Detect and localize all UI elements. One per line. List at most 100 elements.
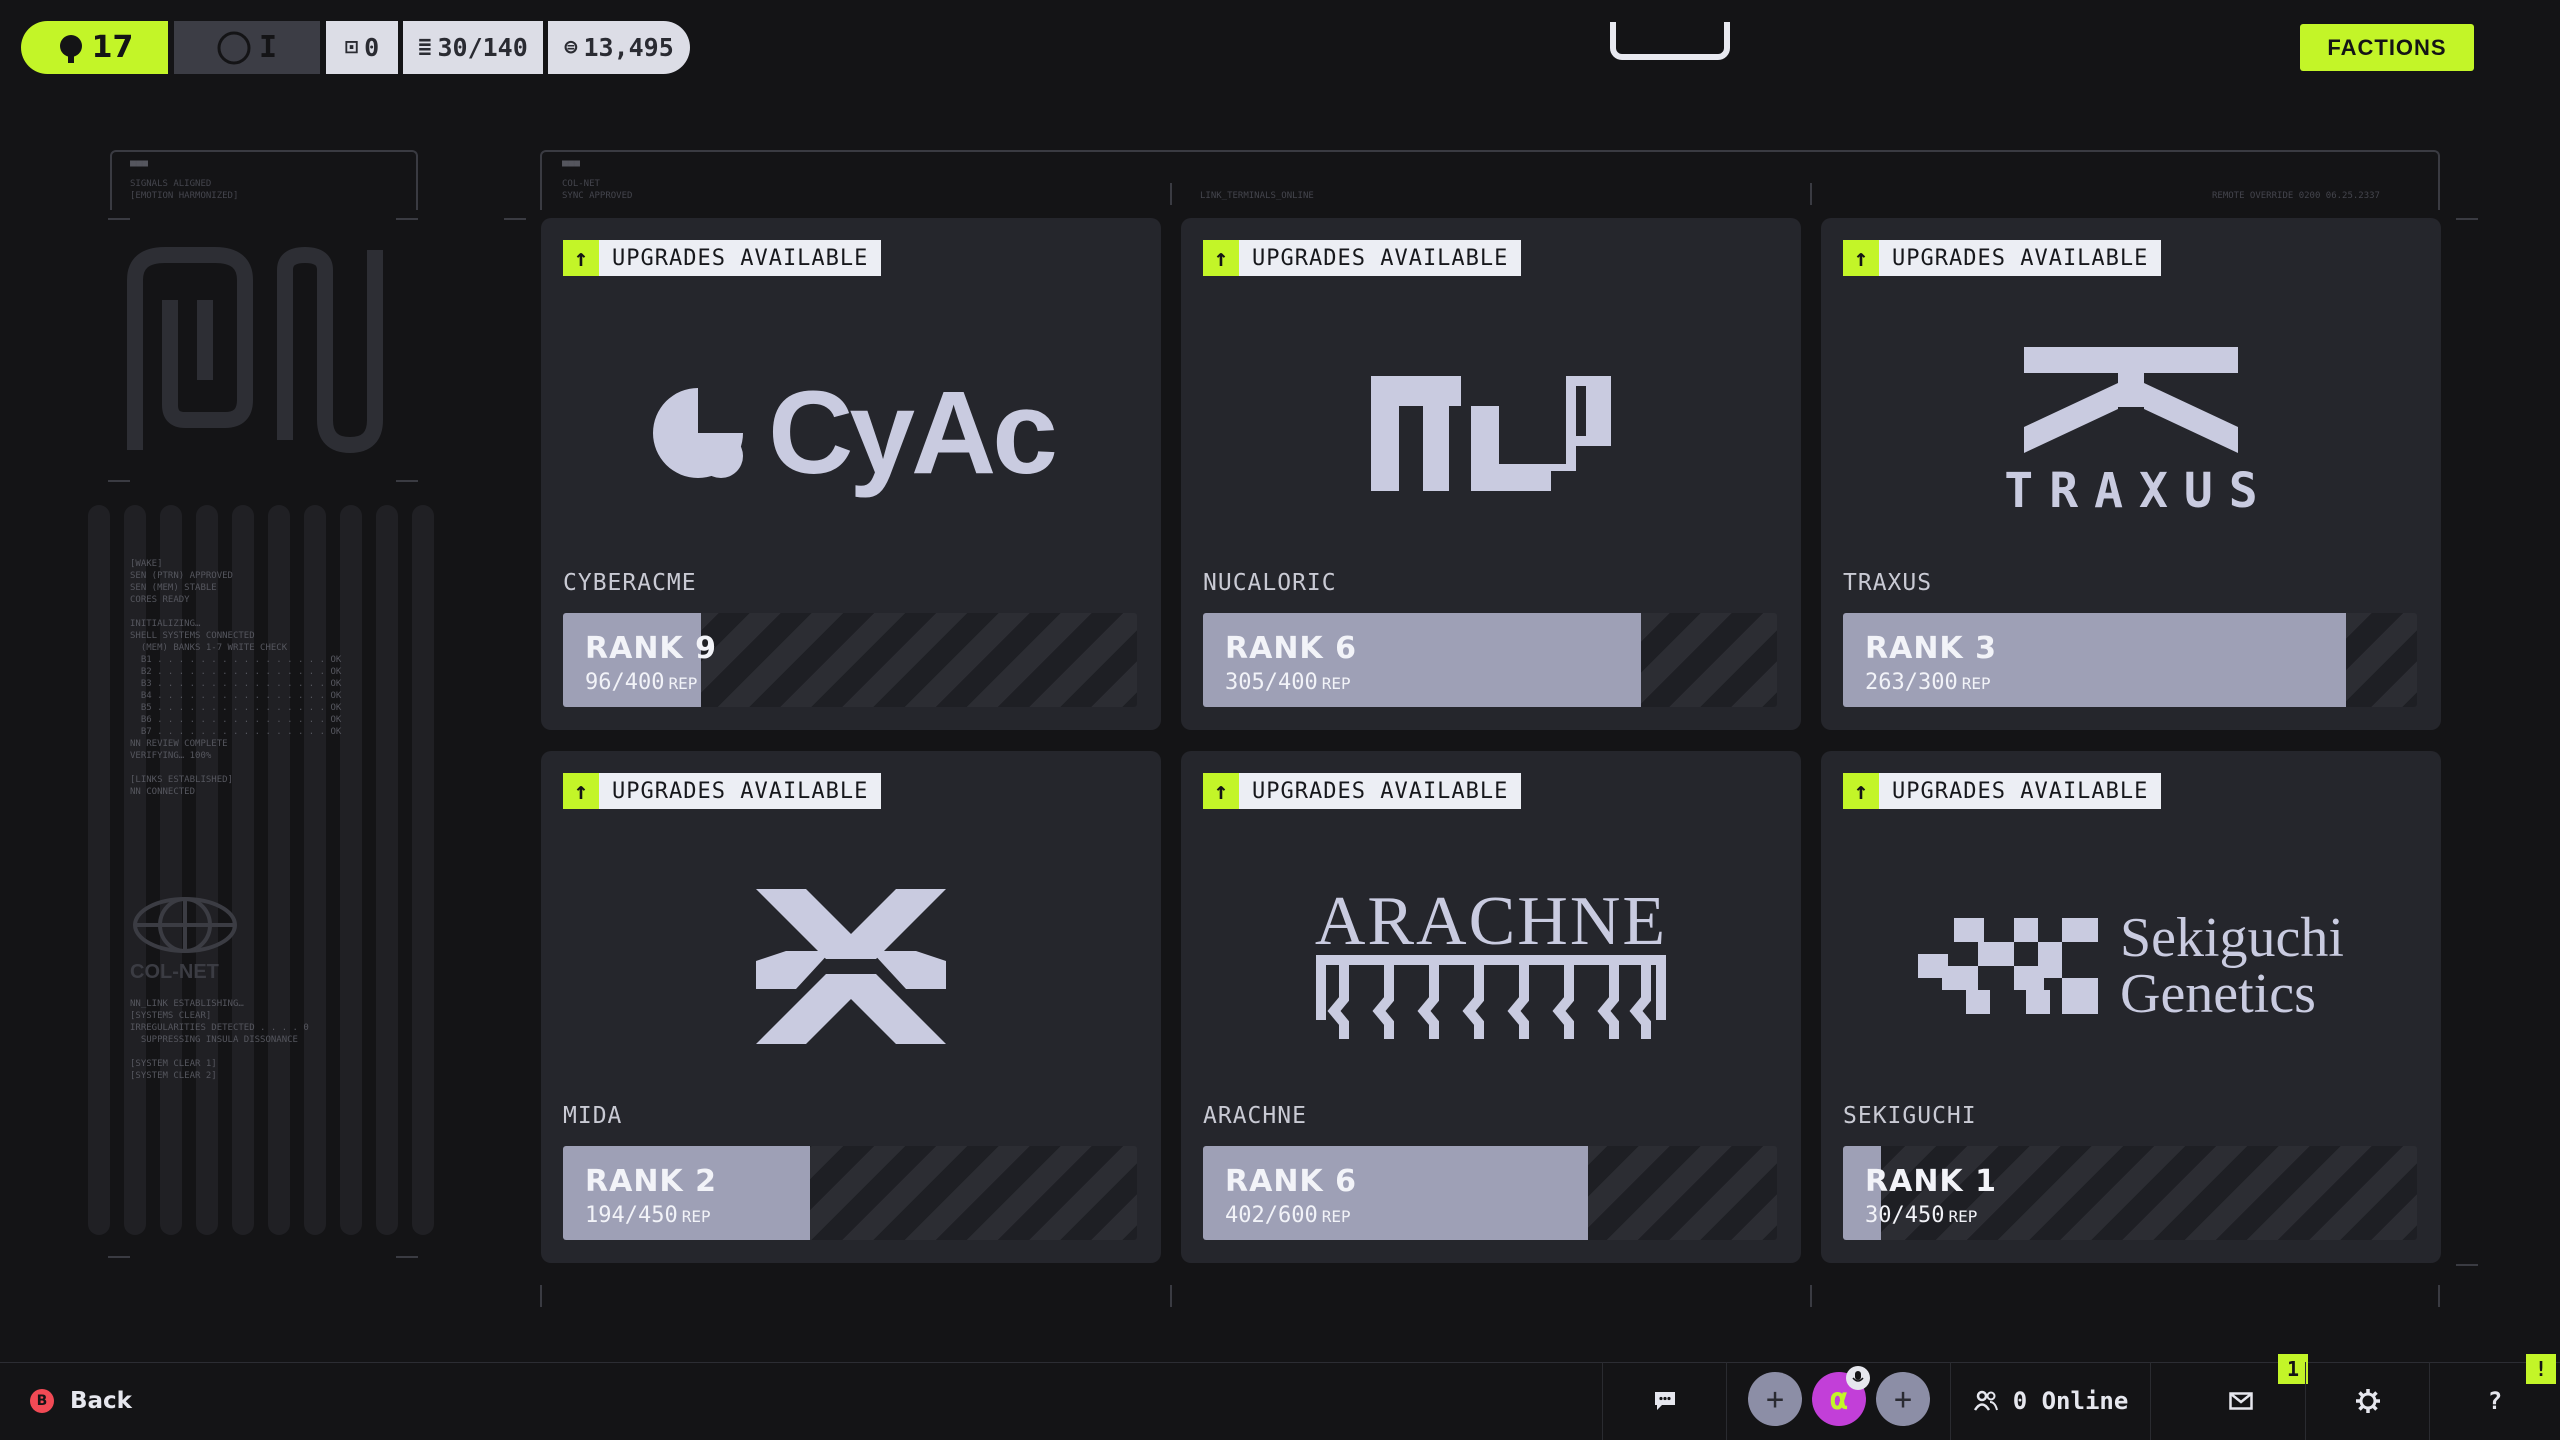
rank-label: RANK 9 <box>585 631 717 666</box>
stat-a-value: 0 <box>364 33 380 62</box>
frame-label-a: COL-NET SYNC APPROVED <box>562 179 633 201</box>
rep-unit: REP <box>1321 674 1351 693</box>
colnet-logo: COL-NET <box>130 895 240 984</box>
mic-indicator <box>1846 1366 1870 1390</box>
upgrades-badge: ↑ UPGRADES AVAILABLE <box>563 773 882 809</box>
traxus-wordmark: TRAXUS <box>2004 463 2274 519</box>
rep-unit: REP <box>1321 1207 1351 1226</box>
colnet-globe-icon <box>133 897 237 953</box>
arachne-wordmark: ARACHNE <box>1314 883 1668 960</box>
arrow-up-icon: ↑ <box>563 240 599 276</box>
rep-unit: REP <box>681 1207 711 1226</box>
faction-name: NUCALORIC <box>1203 570 1337 596</box>
microphone-icon <box>1852 1371 1864 1382</box>
chat-button[interactable] <box>1602 1362 1726 1440</box>
faction-name: SEKIGUCHI <box>1843 1103 1977 1129</box>
arrow-up-icon: ↑ <box>1203 240 1239 276</box>
rep-value: 402/600 <box>1225 1203 1318 1228</box>
rep-value: 30/450 <box>1865 1203 1945 1228</box>
stat-chip-boxes[interactable]: ⊡ 0 <box>326 21 398 74</box>
stat-b-value: 30/140 <box>437 33 528 62</box>
rep-unit: REP <box>1948 1207 1978 1226</box>
faction-grid-frame <box>540 150 2440 210</box>
left-header-text: SIGNALS ALIGNED [EMOTION HARMONIZED] <box>130 179 239 201</box>
rank-label: RANK 6 <box>1225 631 1357 666</box>
rank-bar: RANK 6 402/600 REP <box>1203 1146 1777 1240</box>
cyberacme-mark-icon <box>653 388 744 478</box>
faction-card-mida[interactable]: ↑ UPGRADES AVAILABLE MIDA RANK 2 194/450… <box>541 751 1161 1263</box>
plus-icon: + <box>1893 1381 1913 1417</box>
faction-card-arachne[interactable]: ↑ UPGRADES AVAILABLE ARACHNE ARACHNE RAN… <box>1181 751 1801 1263</box>
faction-card-nucaloric[interactable]: ↑ UPGRADES AVAILABLE NUCALORIC RANK 6 30… <box>1181 218 1801 730</box>
stat-chip-credits[interactable]: ⊜ 13,495 <box>548 21 690 74</box>
traxus-mark-icon <box>2024 347 2238 453</box>
alert-badge: ! <box>2526 1354 2556 1384</box>
traxus-logo: TRAXUS <box>1821 328 2441 538</box>
upgrades-badge: ↑ UPGRADES AVAILABLE <box>1843 240 2162 276</box>
add-party-slot-left-button[interactable]: + <box>1748 1372 1802 1426</box>
back-button[interactable]: B Back <box>30 1380 132 1422</box>
list-icon: ≣ <box>418 35 432 60</box>
boot-log: [WAKE] SEN (PTRN) APPROVED SEN (MEM) STA… <box>130 559 342 797</box>
sekiguchi-wordmark-line2: Genetics <box>2120 963 2316 1025</box>
level-chip[interactable]: 17 <box>21 21 168 74</box>
arrow-up-icon: ↑ <box>1843 240 1879 276</box>
mail-icon <box>2228 1392 2253 1410</box>
cyberacme-wordmark: CyAc <box>768 367 1058 499</box>
rep-value: 194/450 <box>585 1203 678 1228</box>
upgrades-badge: ↑ UPGRADES AVAILABLE <box>1203 773 1522 809</box>
upgrades-label: UPGRADES AVAILABLE <box>1239 240 1522 276</box>
frame-dots: ■■■ <box>562 158 581 169</box>
sekiguchi-wordmark: Sekiguchi Genetics <box>2120 910 2344 1022</box>
rank-bar: RANK 2 194/450 REP <box>563 1146 1137 1240</box>
cyberacme-logo: CyAc <box>541 328 1161 538</box>
rank-bar: RANK 3 263/300 REP <box>1843 613 2417 707</box>
alpha-avatar-icon: α <box>1829 1381 1849 1417</box>
plus-icon: + <box>1765 1381 1785 1417</box>
frame-dots: ■■■ <box>130 158 149 169</box>
upgrades-label: UPGRADES AVAILABLE <box>599 240 882 276</box>
chat-icon <box>1654 1392 1675 1410</box>
nucaloric-logo <box>1181 328 1801 538</box>
arrow-up-icon: ↑ <box>563 773 599 809</box>
rep-label: 96/400 REP <box>585 670 697 695</box>
rank-label: RANK 6 <box>1225 1164 1357 1199</box>
faction-card-traxus[interactable]: ↑ UPGRADES AVAILABLE TRAXUS TRAXUS RANK … <box>1821 218 2441 730</box>
upgrades-label: UPGRADES AVAILABLE <box>599 773 882 809</box>
friends-icon <box>1973 1390 1998 1411</box>
rep-value: 305/400 <box>1225 670 1318 695</box>
rank-label: RANK 1 <box>1865 1164 1997 1199</box>
online-friends-button[interactable]: 0 Online <box>1950 1362 2150 1440</box>
colnet-label: COL-NET <box>130 961 219 983</box>
sekiguchi-wordmark-line1: Sekiguchi <box>2120 907 2344 969</box>
faction-name: MIDA <box>563 1103 623 1129</box>
rep-label: 30/450 REP <box>1865 1203 1977 1228</box>
faction-card-cyberacme[interactable]: ↑ UPGRADES AVAILABLE CyAc CYBERACME RANK… <box>541 218 1161 730</box>
faction-card-sekiguchi[interactable]: ↑ UPGRADES AVAILABLE Sekiguchi Genetics <box>1821 751 2441 1263</box>
rank-bar: RANK 9 96/400 REP <box>563 613 1137 707</box>
link-log: NN_LINK ESTABLISHING… [SYSTEMS CLEAR] IR… <box>130 999 309 1081</box>
arrow-up-icon: ↑ <box>1203 773 1239 809</box>
upgrades-label: UPGRADES AVAILABLE <box>1879 773 2162 809</box>
nucaloric-mark-icon <box>1371 375 1611 491</box>
stat-c-value: 13,495 <box>583 33 674 62</box>
level-value: 17 <box>91 30 134 65</box>
stat-chip-contracts[interactable]: ≣ 30/140 <box>403 21 543 74</box>
prestige-icon <box>217 31 251 64</box>
mida-mark-icon <box>756 888 946 1044</box>
b-key-icon: B <box>30 1389 54 1413</box>
credits-icon: ⊜ <box>564 35 578 60</box>
add-party-slot-right-button[interactable]: + <box>1876 1372 1930 1426</box>
top-bar: 17 I ⊡ 0 ≣ 30/140 ⊜ 13,495 FACTIONS <box>0 0 2560 95</box>
settings-button[interactable] <box>2305 1362 2429 1440</box>
sekiguchi-mark-icon <box>1918 918 2098 1014</box>
box-icon: ⊡ <box>344 35 359 60</box>
factions-button[interactable]: FACTIONS <box>2300 24 2474 71</box>
upgrades-label: UPGRADES AVAILABLE <box>1879 240 2162 276</box>
rank-bar: RANK 6 305/400 REP <box>1203 613 1777 707</box>
tray-icon <box>1610 22 1730 60</box>
gear-icon <box>2355 1389 2380 1413</box>
prestige-chip[interactable]: I <box>174 21 320 74</box>
rep-value: 96/400 <box>585 670 665 695</box>
frame-label-c: REMOTE OVERRIDE 0200 06.25.2337 <box>2212 191 2380 201</box>
